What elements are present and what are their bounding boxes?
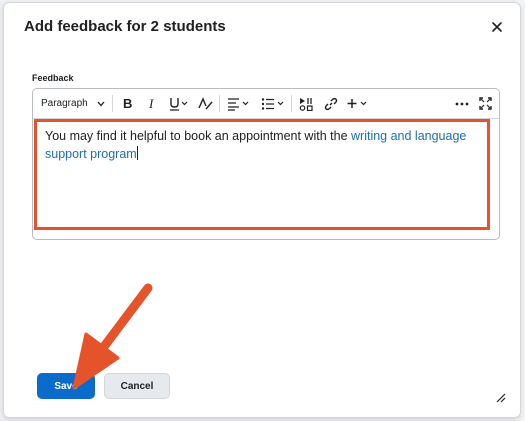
dialog-title: Add feedback for 2 students xyxy=(24,18,226,35)
bold-button[interactable]: B xyxy=(122,95,134,112)
format-select-toggle[interactable] xyxy=(97,95,105,112)
list-button[interactable] xyxy=(261,95,287,112)
toolbar-divider xyxy=(219,95,220,112)
toolbar-divider xyxy=(112,95,113,112)
chevron-down-icon xyxy=(97,101,105,106)
save-button[interactable]: Save xyxy=(37,373,95,399)
link-icon xyxy=(324,97,338,110)
feedback-textarea[interactable]: You may find it helpful to book an appoi… xyxy=(33,119,499,239)
more-icon xyxy=(455,102,469,105)
svg-text:B: B xyxy=(123,97,132,110)
format-select[interactable]: Paragraph xyxy=(41,95,88,112)
cancel-button[interactable]: Cancel xyxy=(104,373,170,399)
text-color-icon xyxy=(198,96,213,109)
insert-button[interactable] xyxy=(347,95,369,112)
toolbar-divider xyxy=(291,95,292,112)
feedback-label: Feedback xyxy=(32,73,74,83)
close-button[interactable] xyxy=(489,19,505,35)
feedback-body-text: You may find it helpful to book an appoi… xyxy=(45,129,351,143)
insert-plus-icon xyxy=(347,98,367,108)
feedback-editor: Paragraph B I You may find it helpful to… xyxy=(32,88,500,240)
more-button[interactable] xyxy=(455,95,469,112)
media-icon xyxy=(299,97,313,111)
media-button[interactable] xyxy=(299,95,313,112)
format-select-label: Paragraph xyxy=(41,98,88,109)
list-icon xyxy=(261,97,284,110)
svg-text:I: I xyxy=(148,97,154,110)
bold-icon: B xyxy=(123,97,132,110)
align-icon xyxy=(228,97,249,111)
align-button[interactable] xyxy=(227,95,251,112)
feedback-text: You may find it helpful to book an appoi… xyxy=(45,127,485,163)
text-color-button[interactable] xyxy=(197,95,213,112)
feedback-dialog: Add feedback for 2 students Feedback Par… xyxy=(3,2,521,418)
italic-icon: I xyxy=(148,97,154,110)
close-icon xyxy=(492,22,502,32)
dialog-resize-handle[interactable] xyxy=(494,391,506,403)
fullscreen-icon xyxy=(479,97,492,110)
italic-button[interactable]: I xyxy=(147,95,157,112)
underline-button[interactable] xyxy=(169,95,189,112)
link-button[interactable] xyxy=(324,95,338,112)
fullscreen-button[interactable] xyxy=(479,95,492,112)
underline-icon xyxy=(170,97,188,111)
editor-toolbar: Paragraph B I xyxy=(33,89,499,119)
text-caret xyxy=(136,146,138,160)
